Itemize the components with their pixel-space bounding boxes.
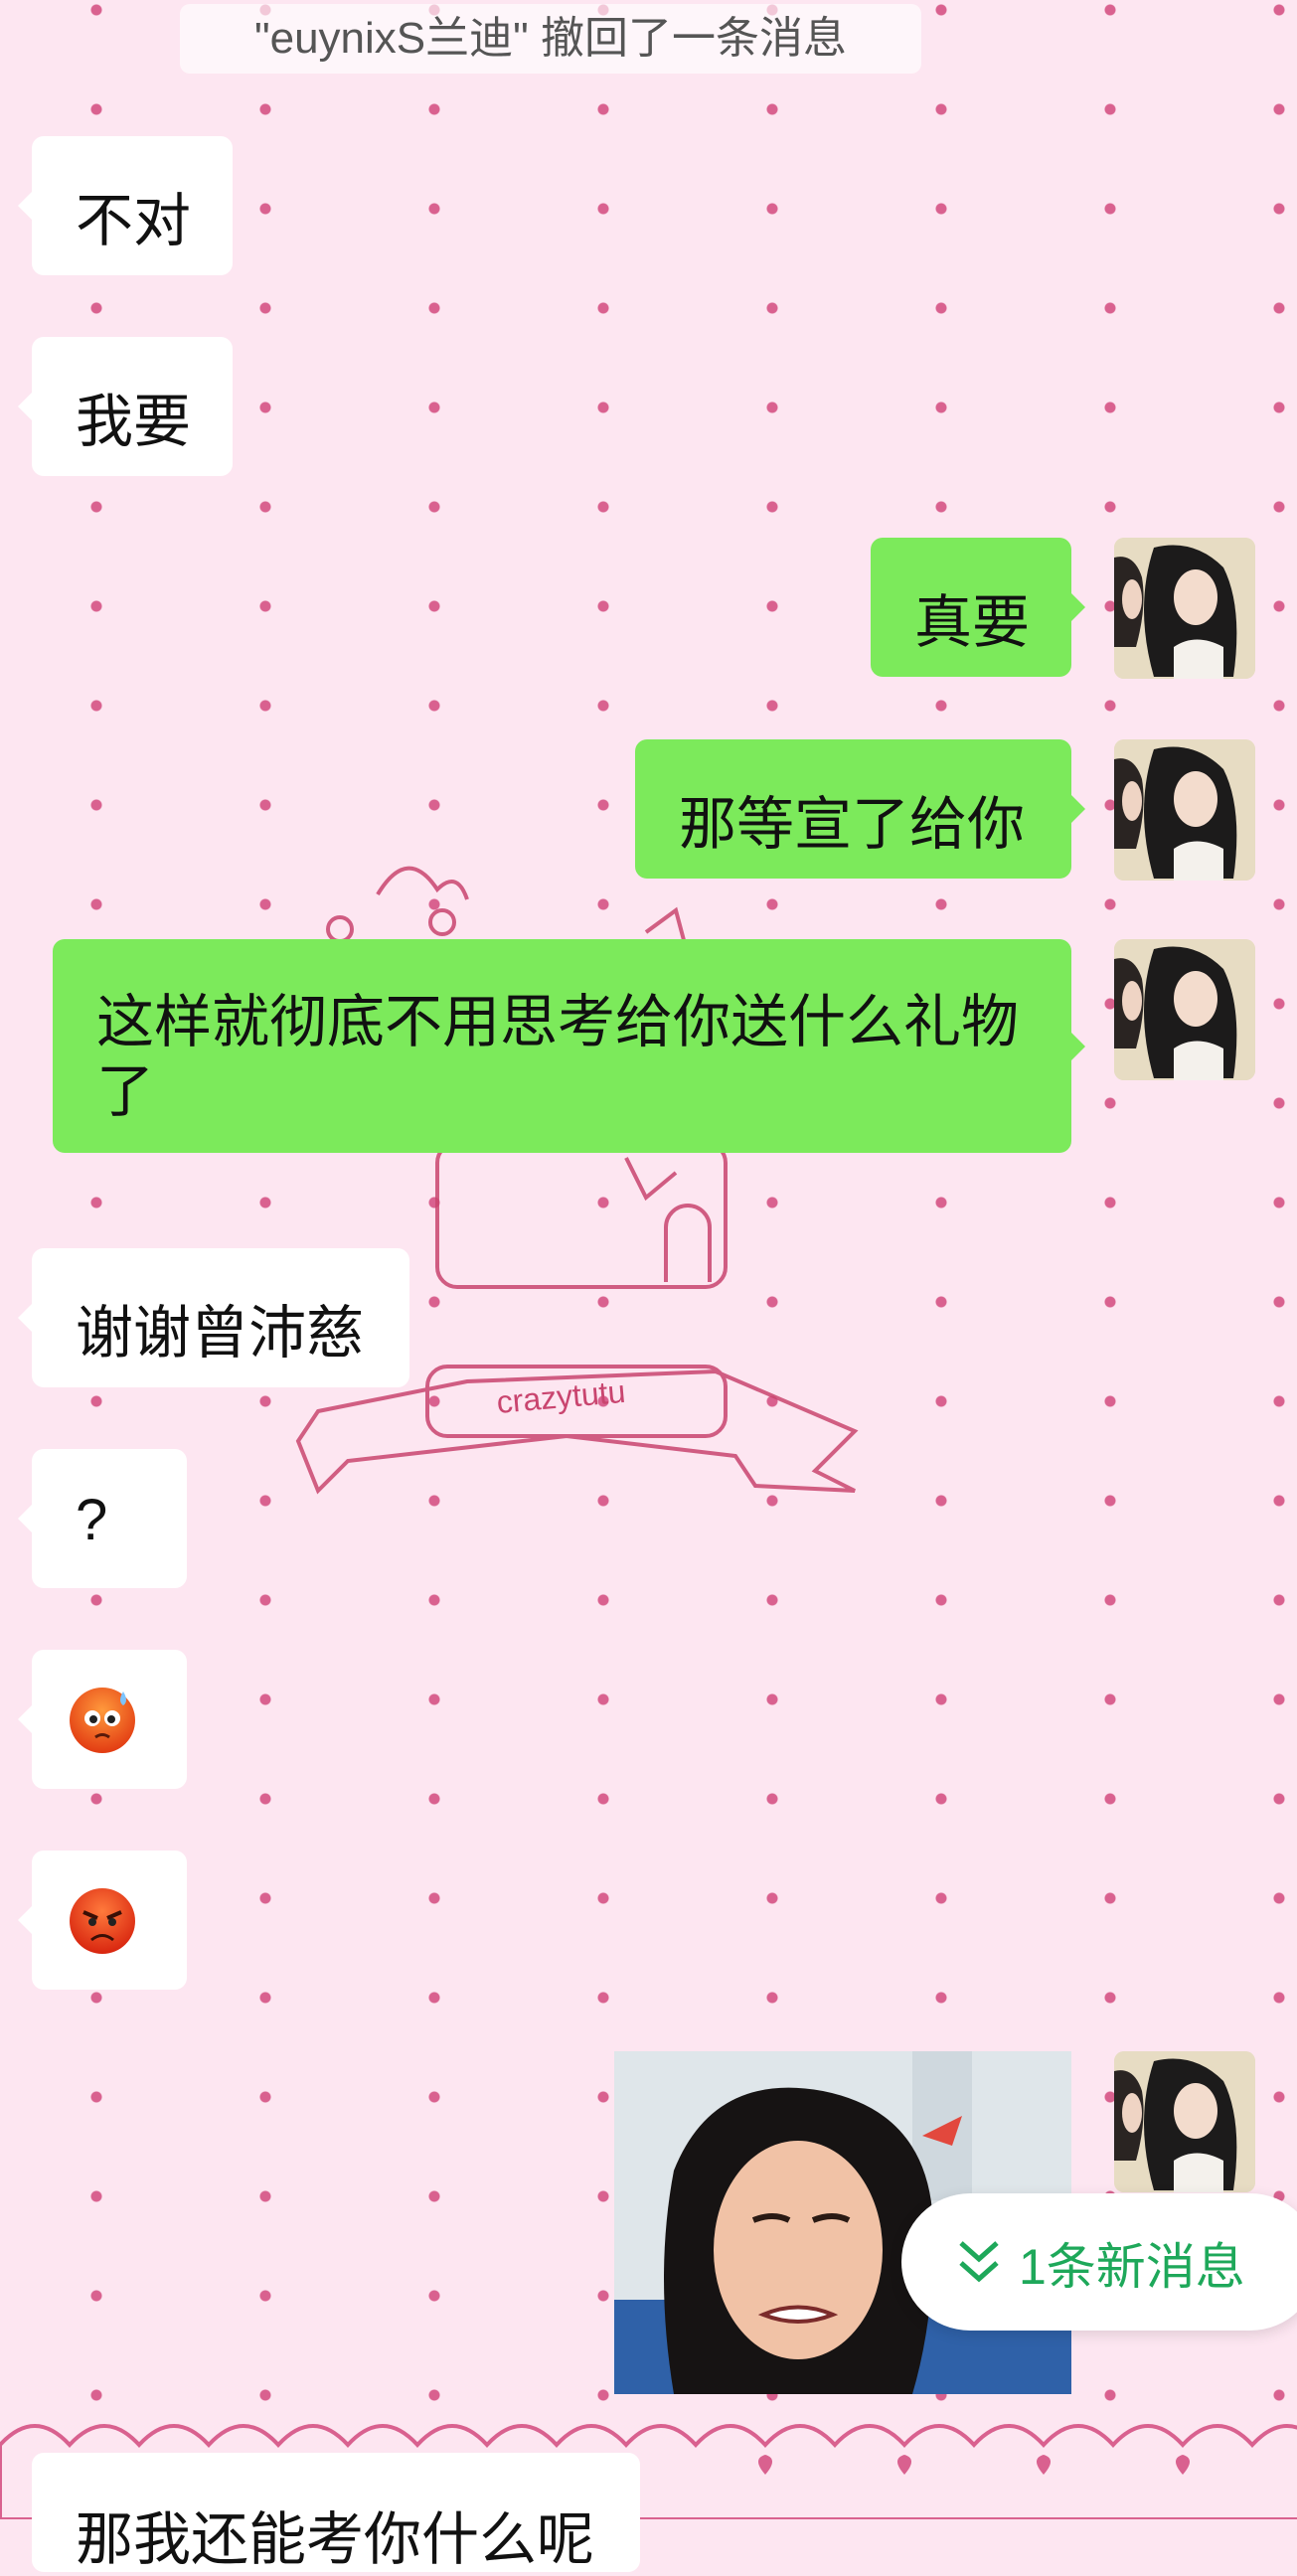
my-avatar[interactable] xyxy=(1114,2051,1255,2192)
avatar-photo xyxy=(1114,939,1255,1080)
message-text: 那等宣了给你 xyxy=(679,792,1026,857)
avatar-photo xyxy=(1114,2051,1255,2192)
message-text: 谢谢曾沛慈 xyxy=(76,1301,365,1366)
double-chevron-down-icon xyxy=(959,2241,999,2283)
message-bubble-left[interactable]: ? xyxy=(18,1449,187,1588)
avatar-photo xyxy=(1114,739,1255,881)
recall-notice: "euynixS兰迪" 撤回了一条消息 xyxy=(180,4,921,74)
message-text: 真要 xyxy=(914,590,1031,655)
message-bubble-left[interactable]: 不对 xyxy=(18,136,233,275)
message-text: 这样就彻底不用思考给你送什么礼物 xyxy=(96,990,1020,1054)
message-text: 那我还能考你什么呢 xyxy=(76,2507,595,2572)
message-text: 不对 xyxy=(76,189,192,253)
message-bubble-right[interactable]: 这样就彻底不用思考给你送什么礼物 了 xyxy=(53,939,1085,1153)
message-bubble-right[interactable]: 真要 xyxy=(871,538,1085,677)
message-text: 我要 xyxy=(76,390,192,454)
message-text: ? xyxy=(76,1488,108,1552)
my-avatar[interactable] xyxy=(1114,939,1255,1080)
message-bubble-left[interactable] xyxy=(18,1650,187,1789)
message-bubble-left[interactable]: 我要 xyxy=(18,337,233,476)
sweat-face-emoji-icon xyxy=(70,1688,135,1753)
avatar-photo xyxy=(1114,538,1255,679)
my-avatar[interactable] xyxy=(1114,739,1255,881)
message-bubble-left[interactable] xyxy=(18,1851,187,1990)
message-bubble-left[interactable]: 谢谢曾沛慈 xyxy=(18,1248,409,1387)
message-text-line2: 了 xyxy=(96,1059,155,1124)
message-bubble-right[interactable]: 那等宣了给你 xyxy=(635,739,1085,879)
new-messages-button[interactable]: 1条新消息 xyxy=(901,2193,1297,2331)
message-bubble-left[interactable]: 那我还能考你什么呢 xyxy=(32,2453,640,2572)
my-avatar[interactable] xyxy=(1114,538,1255,679)
new-messages-label: 1条新消息 xyxy=(1019,2239,1245,2295)
angry-face-emoji-icon xyxy=(70,1888,135,1954)
